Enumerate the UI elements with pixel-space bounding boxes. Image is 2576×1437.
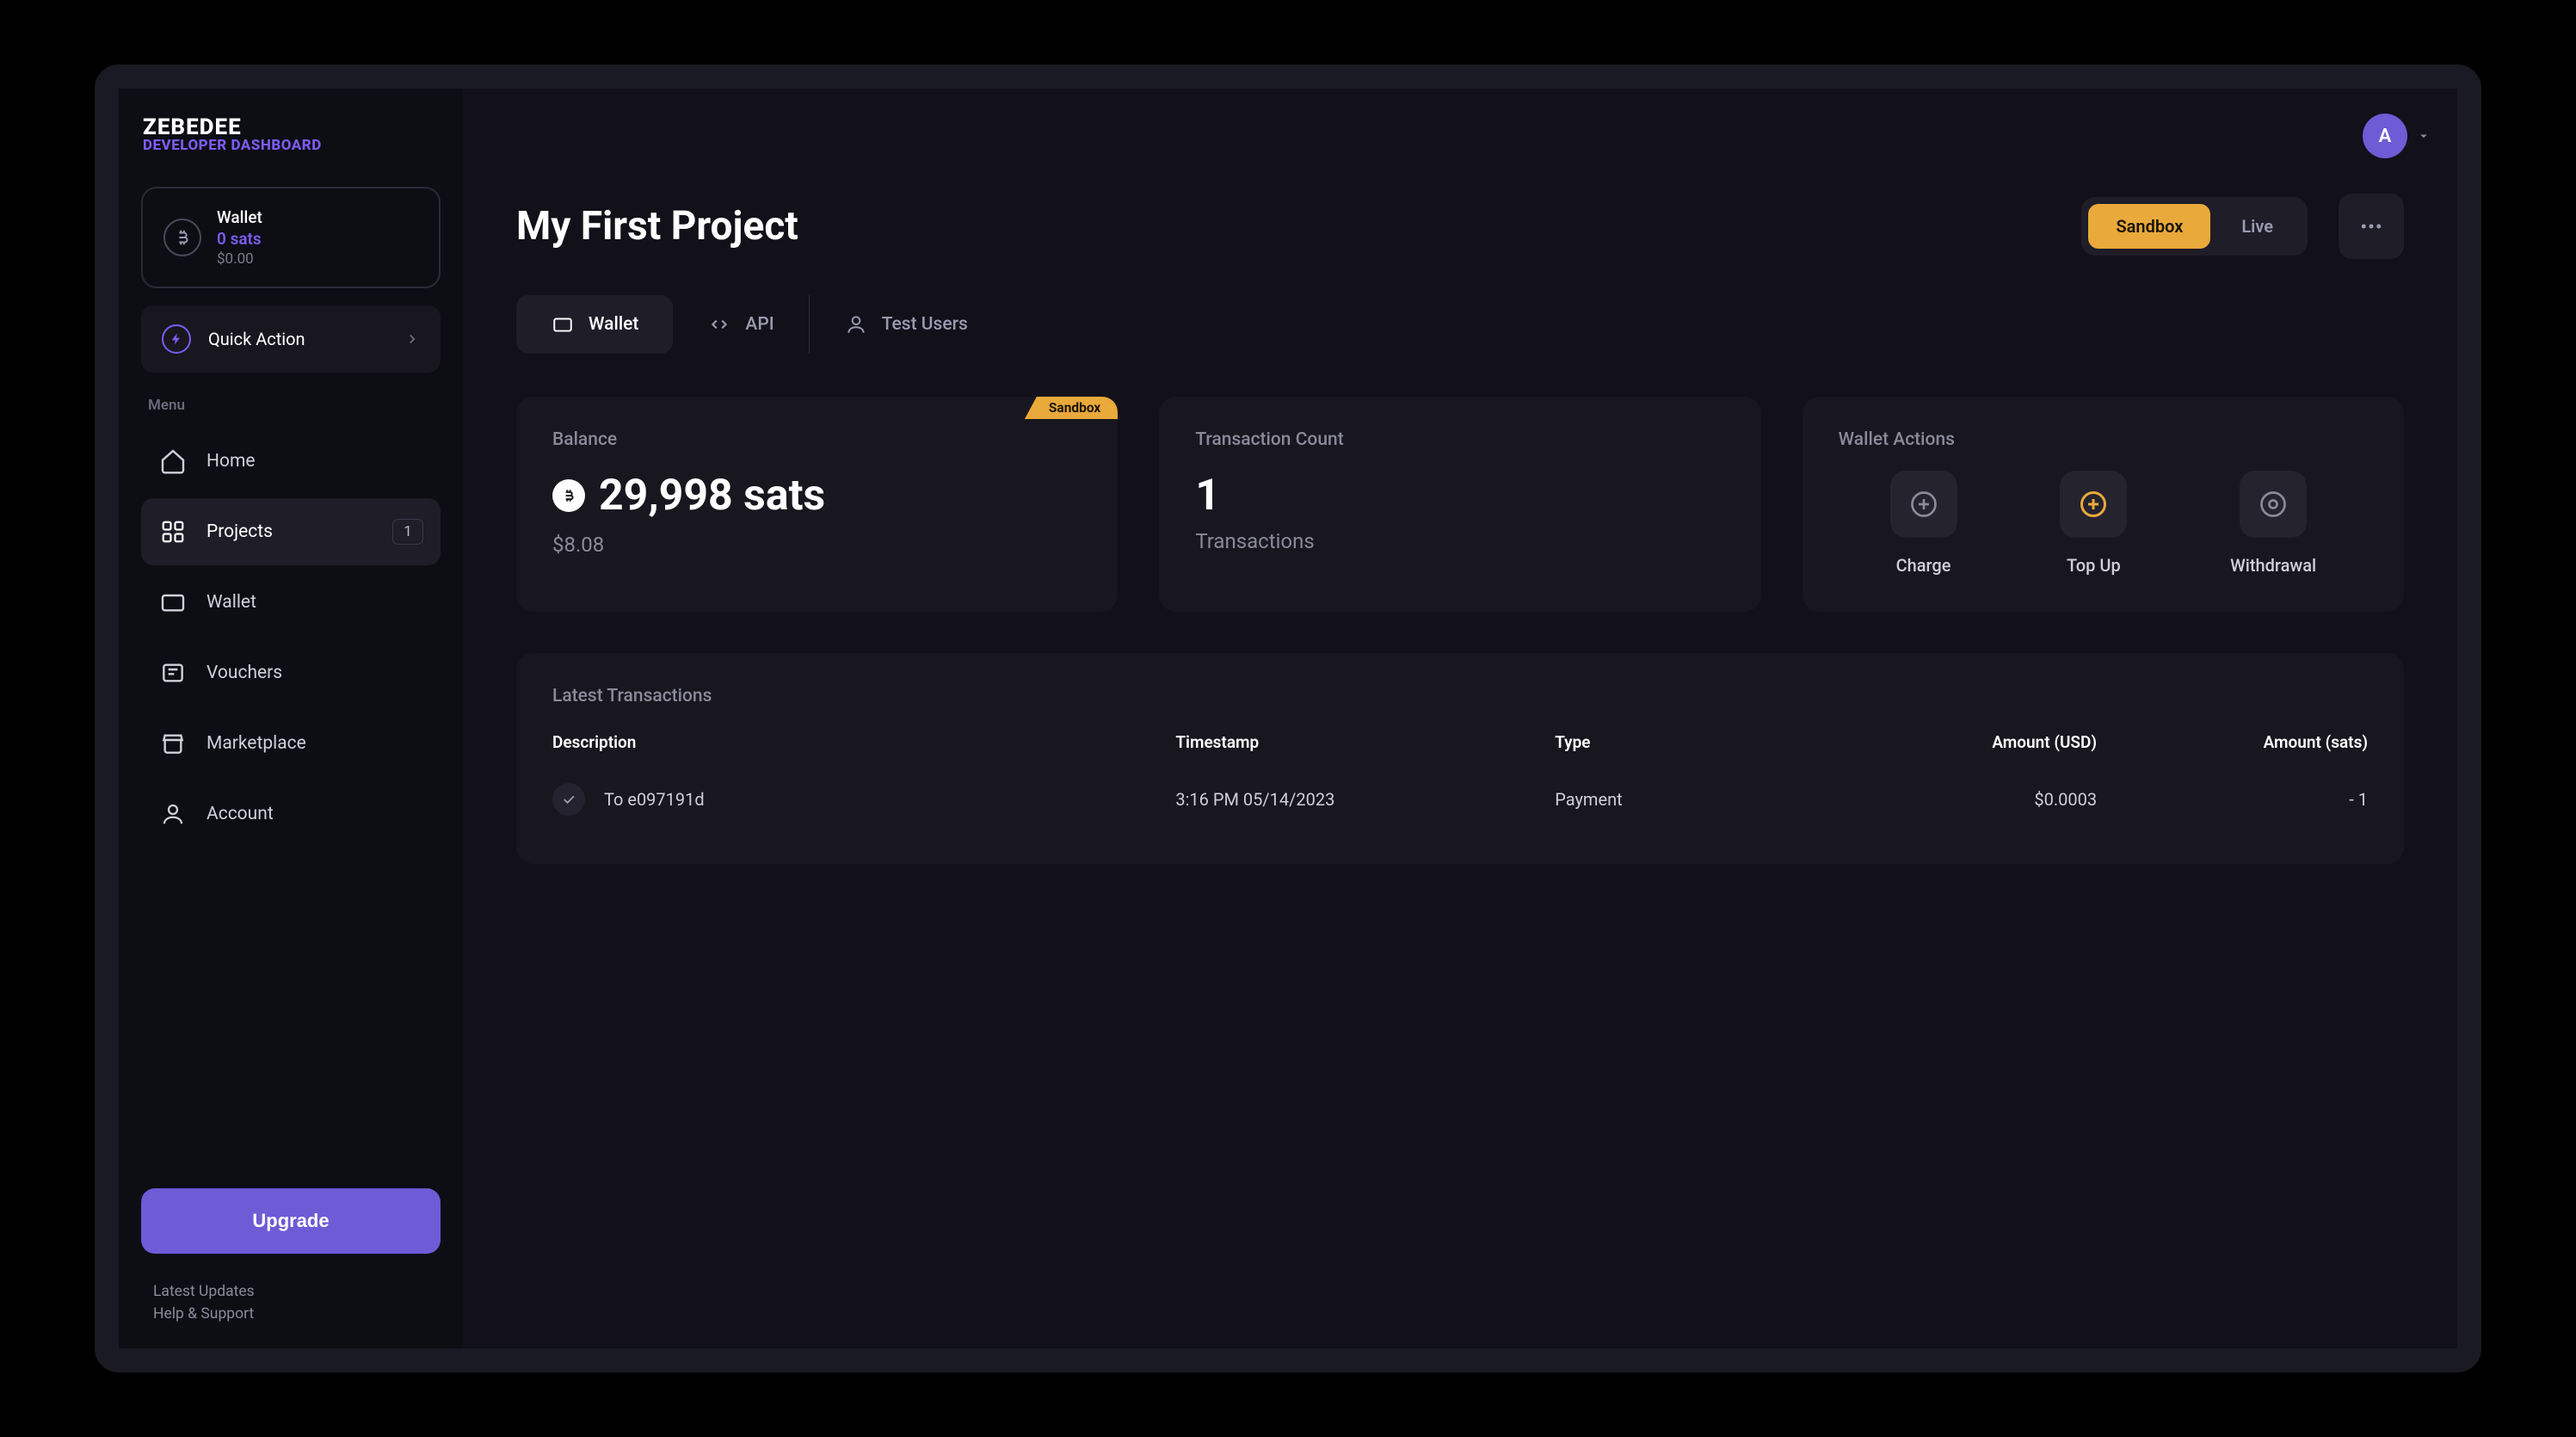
wallet-icon — [158, 588, 188, 617]
menu-header: Menu — [141, 397, 441, 428]
tx-amount-usd: $0.0003 — [1826, 789, 2097, 810]
topup-label: Top Up — [2067, 555, 2121, 576]
topup-icon — [2060, 471, 2127, 538]
help-support-link[interactable]: Help & Support — [153, 1305, 441, 1323]
user-icon — [844, 312, 868, 336]
wallet-actions-label: Wallet Actions — [1839, 429, 2368, 450]
bitcoin-icon — [163, 219, 201, 256]
tab-test-users[interactable]: Test Users — [810, 295, 1002, 354]
home-icon — [158, 447, 188, 476]
sidebar-item-vouchers[interactable]: Vouchers — [141, 639, 441, 706]
sandbox-ribbon: Sandbox — [1025, 397, 1118, 419]
avatar[interactable]: A — [2363, 114, 2407, 158]
withdrawal-action[interactable]: Withdrawal — [2230, 471, 2316, 576]
code-icon — [707, 312, 731, 336]
balance-label: Balance — [552, 429, 1082, 450]
transaction-count-card: Transaction Count 1 Transactions — [1159, 397, 1760, 612]
tx-count-sub: Transactions — [1195, 529, 1724, 553]
sidebar-item-label: Projects — [206, 521, 373, 542]
caret-down-icon[interactable] — [2416, 128, 2431, 144]
grid-icon — [158, 517, 188, 546]
col-amount-sats: Amount (sats) — [2097, 732, 2368, 768]
sidebar-wallet-balance: 0 sats — [217, 229, 262, 249]
sidebar-wallet-title: Wallet — [217, 207, 262, 227]
sidebar-item-label: Home — [206, 451, 423, 472]
latest-updates-link[interactable]: Latest Updates — [153, 1283, 441, 1300]
sidebar-item-marketplace[interactable]: Marketplace — [141, 710, 441, 777]
sandbox-toggle[interactable]: Sandbox — [2088, 204, 2210, 249]
tx-description: To e097191d — [604, 789, 705, 810]
col-type: Type — [1555, 732, 1826, 768]
chevron-right-icon — [404, 331, 420, 347]
tx-amount-sats: - 1 — [2097, 789, 2368, 810]
sidebar-item-label: Wallet — [206, 592, 423, 613]
withdrawal-label: Withdrawal — [2230, 555, 2316, 576]
tx-count-label: Transaction Count — [1195, 429, 1724, 450]
brand-logo: ZEBEDEE DEVELOPER DASHBOARD — [141, 114, 441, 154]
check-icon — [552, 783, 585, 816]
sidebar-item-wallet[interactable]: Wallet — [141, 569, 441, 636]
sidebar-wallet-usd: $0.00 — [217, 250, 262, 268]
voucher-icon — [158, 658, 188, 688]
quick-action-button[interactable]: Quick Action — [141, 305, 441, 373]
col-amount-usd: Amount (USD) — [1826, 732, 2097, 768]
balance-card: Sandbox Balance 29,998 sats $8.08 — [516, 397, 1118, 612]
tab-label: API — [745, 314, 773, 335]
col-timestamp: Timestamp — [1175, 732, 1555, 768]
mode-toggle: Sandbox Live — [2081, 197, 2308, 256]
table-row[interactable]: To e097191d 3:16 PM 05/14/2023 Payment $… — [552, 768, 2368, 831]
withdrawal-icon — [2240, 471, 2307, 538]
tab-wallet[interactable]: Wallet — [516, 295, 673, 354]
sidebar-item-account[interactable]: Account — [141, 780, 441, 848]
bolt-icon — [162, 324, 191, 354]
sidebar-item-home[interactable]: Home — [141, 428, 441, 495]
quick-action-label: Quick Action — [208, 329, 387, 349]
latest-transactions-panel: Latest Transactions Description Timestam… — [516, 653, 2404, 864]
col-description: Description — [552, 732, 1175, 768]
brand-subtitle: DEVELOPER DASHBOARD — [143, 137, 441, 154]
tx-timestamp: 3:16 PM 05/14/2023 — [1175, 789, 1555, 810]
topup-action[interactable]: Top Up — [2060, 471, 2127, 576]
page-title: My First Project — [516, 203, 2081, 250]
tx-type: Payment — [1555, 789, 1826, 810]
sidebar-item-label: Marketplace — [206, 733, 423, 754]
sidebar-item-projects[interactable]: Projects 1 — [141, 498, 441, 565]
upgrade-button[interactable]: Upgrade — [141, 1188, 441, 1254]
more-horizontal-icon — [2358, 213, 2384, 239]
tx-panel-title: Latest Transactions — [552, 686, 2368, 706]
charge-action[interactable]: Charge — [1890, 471, 1957, 576]
store-icon — [158, 729, 188, 758]
wallet-icon — [551, 312, 575, 336]
bitcoin-icon — [552, 479, 585, 512]
tab-label: Test Users — [882, 314, 968, 335]
live-toggle[interactable]: Live — [2214, 204, 2301, 249]
wallet-actions-card: Wallet Actions Charge Top Up — [1803, 397, 2404, 612]
sidebar-wallet-card[interactable]: Wallet 0 sats $0.00 — [141, 187, 441, 288]
tx-count-value: 1 — [1195, 471, 1724, 521]
charge-label: Charge — [1896, 555, 1951, 576]
sidebar-item-label: Account — [206, 804, 423, 824]
balance-usd: $8.08 — [552, 533, 1082, 557]
projects-count-badge: 1 — [392, 519, 423, 545]
balance-value: 29,998 sats — [599, 471, 825, 521]
charge-icon — [1890, 471, 1957, 538]
tab-label: Wallet — [589, 314, 638, 335]
user-icon — [158, 799, 188, 829]
tab-api[interactable]: API — [673, 295, 809, 354]
sidebar-item-label: Vouchers — [206, 663, 423, 683]
more-button[interactable] — [2339, 194, 2404, 259]
